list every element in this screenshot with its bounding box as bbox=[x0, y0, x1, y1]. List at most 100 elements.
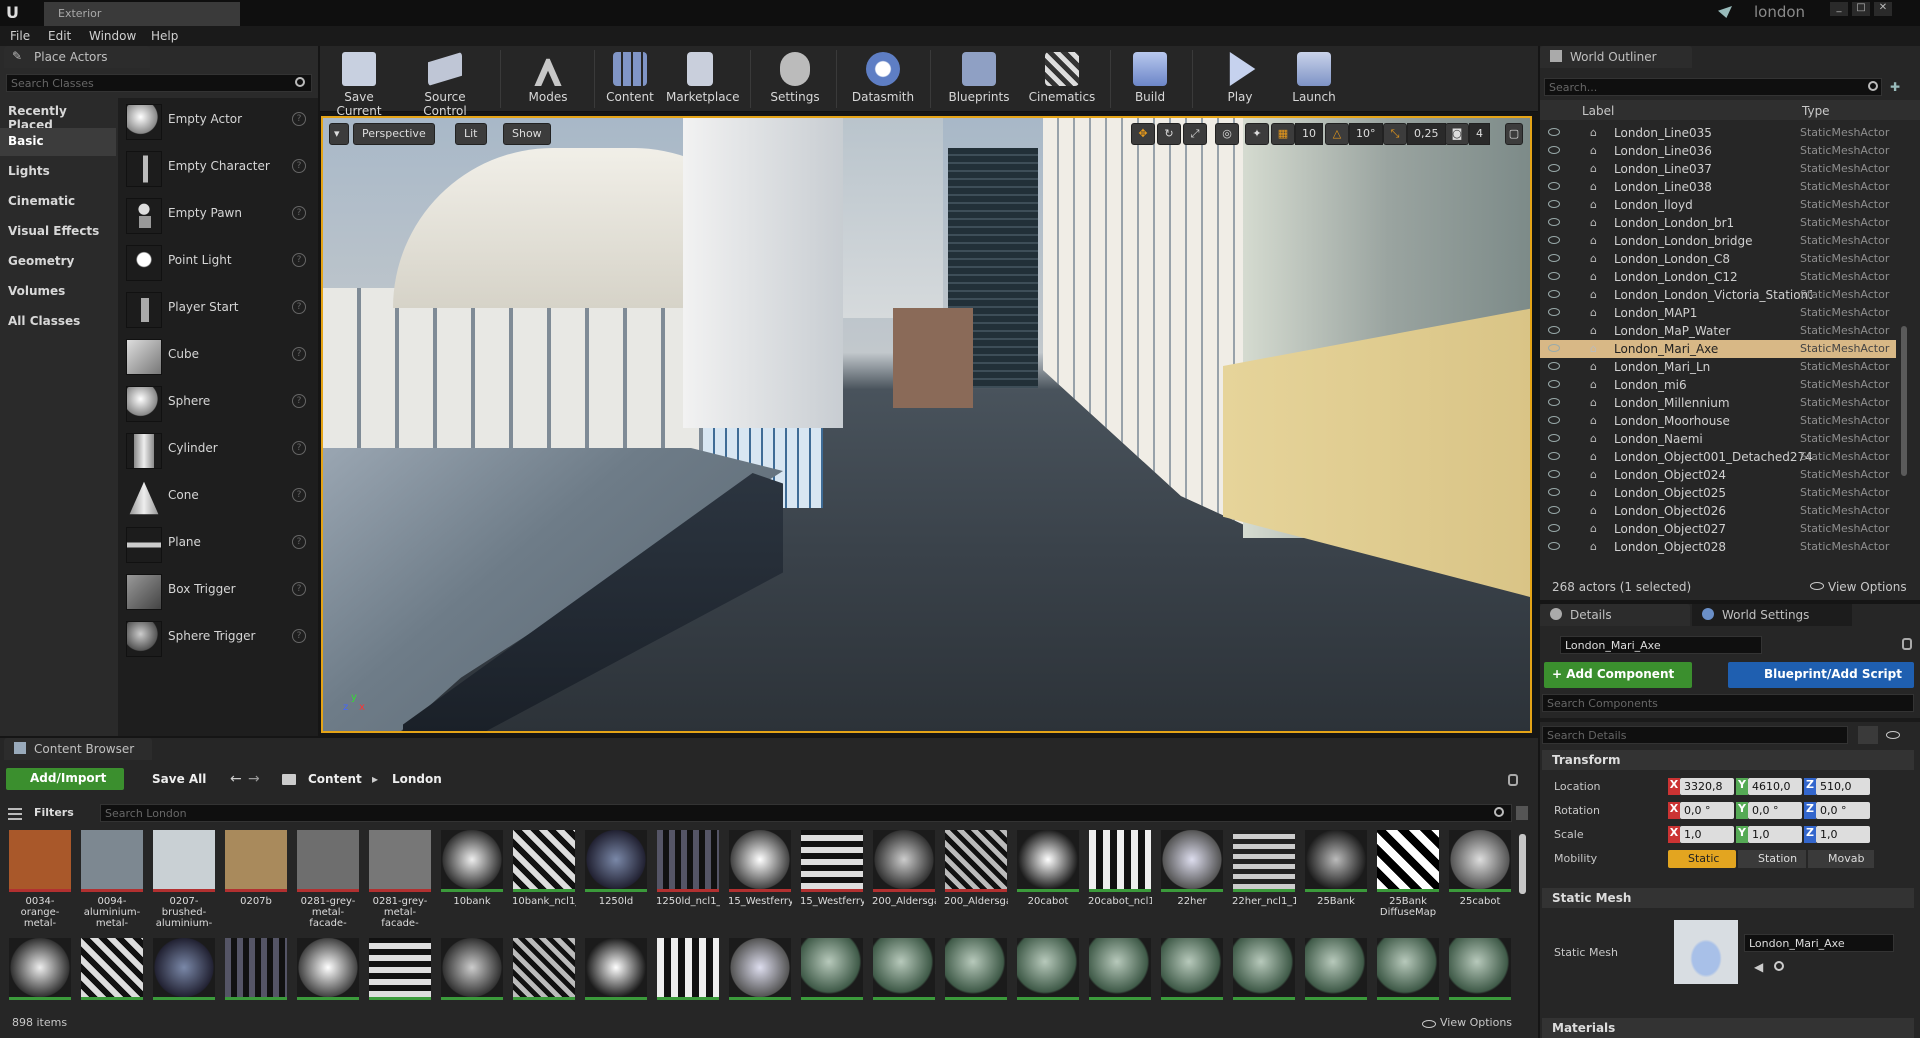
asset-tile[interactable] bbox=[80, 938, 144, 1004]
outliner-row[interactable]: ⌂ London_lloyd StaticMeshActor bbox=[1540, 196, 1896, 214]
help-icon[interactable]: ? bbox=[292, 159, 306, 173]
scale-x-field[interactable]: 1,0 bbox=[1680, 826, 1734, 843]
sources-toggle-icon[interactable] bbox=[8, 808, 22, 820]
asset-tile[interactable] bbox=[1016, 938, 1080, 1004]
actor-cone[interactable]: Cone? bbox=[122, 476, 314, 520]
marketplace-button[interactable]: Marketplace bbox=[666, 46, 740, 112]
visibility-eye-icon[interactable] bbox=[1548, 200, 1560, 208]
asset-tile[interactable]: 15_Westferry bbox=[728, 830, 792, 930]
outliner-scrollbar[interactable] bbox=[1901, 326, 1907, 476]
perspective-button[interactable]: Perspective bbox=[353, 123, 435, 145]
asset-tile[interactable] bbox=[656, 938, 720, 1004]
add-component-button[interactable]: + Add Component bbox=[1544, 662, 1692, 688]
outliner-row[interactable]: ⌂ London_Object026 StaticMeshActor bbox=[1540, 502, 1896, 520]
world-space-icon[interactable]: ◎ bbox=[1215, 123, 1239, 145]
outliner-row[interactable]: ⌂ London_mi6 StaticMeshActor bbox=[1540, 376, 1896, 394]
viewport-options-button[interactable]: ▾ bbox=[329, 123, 349, 145]
outliner-row[interactable]: ⌂ London_London_Victoria_Station1 StaticMe… bbox=[1540, 286, 1896, 304]
visibility-eye-icon[interactable] bbox=[1548, 254, 1560, 262]
help-icon[interactable]: ? bbox=[292, 112, 306, 126]
asset-tile[interactable]: 25Bank bbox=[1304, 830, 1368, 930]
visibility-eye-icon[interactable] bbox=[1548, 434, 1560, 442]
add-import-button[interactable]: Add/Import bbox=[6, 768, 124, 790]
asset-tile[interactable] bbox=[584, 938, 648, 1004]
help-icon[interactable]: ? bbox=[292, 629, 306, 643]
transform-section[interactable]: Transform bbox=[1542, 750, 1914, 770]
visibility-eye-icon[interactable] bbox=[1548, 164, 1560, 172]
outliner-row[interactable]: ⌂ London_Line038 StaticMeshActor bbox=[1540, 178, 1896, 196]
rotation-x-field[interactable]: 0,0 ° bbox=[1680, 802, 1734, 819]
materials-section[interactable]: Materials bbox=[1542, 1018, 1914, 1038]
build-button[interactable]: Build bbox=[1120, 46, 1180, 112]
property-matrix-icon[interactable] bbox=[1858, 726, 1878, 744]
asset-tile[interactable]: 10bank bbox=[440, 830, 504, 930]
outliner-row[interactable]: ⌂ London_London_C12 StaticMeshActor bbox=[1540, 268, 1896, 286]
outliner-search-input[interactable]: Search... bbox=[1544, 78, 1882, 96]
outliner-row[interactable]: ⌂ London_Object028 StaticMeshActor bbox=[1540, 538, 1896, 556]
level-tab[interactable]: Exterior bbox=[44, 2, 240, 26]
outliner-row[interactable]: ⌂ London_London_C8 StaticMeshActor bbox=[1540, 250, 1896, 268]
actor-sphere[interactable]: Sphere? bbox=[122, 382, 314, 426]
outliner-row[interactable]: ⌂ London_Object025 StaticMeshActor bbox=[1540, 484, 1896, 502]
actor-box-trigger[interactable]: Box Trigger? bbox=[122, 570, 314, 614]
visibility-eye-icon[interactable] bbox=[1548, 182, 1560, 190]
category-lights[interactable]: Lights bbox=[0, 158, 116, 186]
category-geometry[interactable]: Geometry bbox=[0, 248, 116, 276]
search-icon[interactable] bbox=[1774, 961, 1784, 971]
asset-tile[interactable]: 15_Westferry1 bbox=[800, 830, 864, 930]
modes-button[interactable]: Modes bbox=[518, 46, 578, 112]
asset-tile[interactable]: 0094-aluminium-metal-facade- bbox=[80, 830, 144, 930]
category-basic[interactable]: Basic bbox=[0, 128, 116, 156]
world-outliner-tab[interactable]: World Outliner bbox=[1540, 46, 1692, 68]
scale-z-field[interactable]: 1,0 bbox=[1816, 826, 1870, 843]
asset-tile[interactable] bbox=[296, 938, 360, 1004]
search-london-input[interactable]: Search London bbox=[100, 804, 1512, 822]
asset-tile[interactable]: 200_Aldersgate bbox=[872, 830, 936, 930]
visibility-icon[interactable] bbox=[1886, 731, 1900, 739]
visibility-eye-icon[interactable] bbox=[1548, 146, 1560, 154]
asset-tile[interactable]: 10bank_ncl1_1 bbox=[512, 830, 576, 930]
menu-edit[interactable]: Edit bbox=[48, 29, 71, 43]
asset-tile[interactable]: 22her bbox=[1160, 830, 1224, 930]
asset-tile[interactable]: 200_Aldersgate1 bbox=[944, 830, 1008, 930]
asset-tile[interactable] bbox=[440, 938, 504, 1004]
location-label[interactable]: Location bbox=[1554, 780, 1601, 793]
rotation-z-field[interactable]: 0,0 ° bbox=[1816, 802, 1870, 819]
minimize-button[interactable]: _ bbox=[1830, 2, 1848, 16]
location-x-field[interactable]: 3320,8 bbox=[1680, 778, 1734, 795]
asset-tile[interactable]: 25Bank DiffuseMap bbox=[1376, 830, 1440, 930]
content-scrollbar[interactable] bbox=[1519, 834, 1526, 894]
category-recently-placed[interactable]: Recently Placed bbox=[0, 98, 116, 132]
scale-snap-value[interactable]: 0,25 bbox=[1407, 123, 1446, 145]
asset-tile[interactable] bbox=[224, 938, 288, 1004]
source-control-icon[interactable] bbox=[1718, 6, 1732, 18]
asset-tile[interactable]: 1250ld bbox=[584, 830, 648, 930]
back-arrow-icon[interactable]: ← bbox=[230, 771, 242, 787]
actor-point-light[interactable]: Point Light? bbox=[122, 241, 314, 285]
mobility-static[interactable]: Static bbox=[1668, 850, 1736, 868]
save-search-icon[interactable] bbox=[1516, 806, 1528, 820]
search-components-input[interactable]: Search Components bbox=[1542, 694, 1914, 712]
menu-file[interactable]: File bbox=[10, 29, 30, 43]
world-settings-tab[interactable]: World Settings bbox=[1692, 604, 1852, 626]
browse-arrow-icon[interactable]: ◀ bbox=[1754, 960, 1763, 974]
visibility-eye-icon[interactable] bbox=[1548, 236, 1560, 244]
lit-button[interactable]: Lit bbox=[455, 123, 487, 145]
scale-label[interactable]: Scale bbox=[1554, 828, 1584, 841]
help-icon[interactable]: ? bbox=[292, 394, 306, 408]
asset-tile[interactable] bbox=[152, 938, 216, 1004]
asset-tile[interactable] bbox=[1448, 938, 1512, 1004]
visibility-eye-icon[interactable] bbox=[1548, 542, 1560, 550]
actor-cube[interactable]: Cube? bbox=[122, 335, 314, 379]
asset-tile[interactable]: 20cabot_ncl1_1 bbox=[1088, 830, 1152, 930]
category-cinematic[interactable]: Cinematic bbox=[0, 188, 116, 216]
save-all-button[interactable]: Save All bbox=[134, 772, 206, 786]
asset-tile[interactable]: 0281-grey-metal-facade-cladding- bbox=[296, 830, 360, 930]
visibility-eye-icon[interactable] bbox=[1548, 344, 1560, 352]
surface-snap-icon[interactable]: ✦ bbox=[1245, 123, 1269, 145]
help-icon[interactable]: ? bbox=[292, 535, 306, 549]
visibility-eye-icon[interactable] bbox=[1548, 326, 1560, 334]
asset-tile[interactable]: 1250ld_ncl1_1 bbox=[656, 830, 720, 930]
asset-tile[interactable]: 25cabot bbox=[1448, 830, 1512, 930]
static-mesh-section[interactable]: Static Mesh bbox=[1542, 888, 1914, 908]
